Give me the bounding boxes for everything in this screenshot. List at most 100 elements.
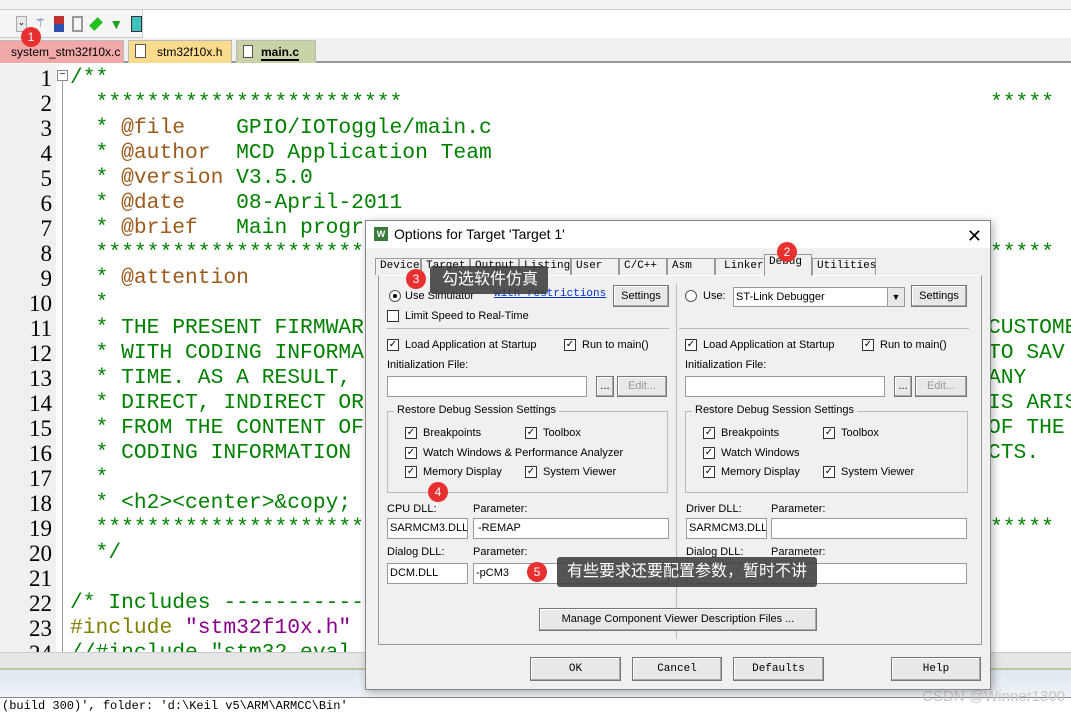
line-number: 10	[29, 291, 52, 316]
step-badge-1: 1	[21, 27, 41, 47]
line-number: 18	[29, 491, 52, 516]
code-line: * WITH CODING INFORMA	[70, 341, 364, 365]
code-line: * <h2><center>&copy;	[70, 491, 352, 515]
driver-dll-input[interactable]: SARMCM3.DLL	[686, 518, 767, 539]
debugger-select[interactable]: ST-Link Debugger ▼	[733, 287, 905, 307]
code-line-fragment: *****	[990, 516, 1054, 540]
copy-icon[interactable]	[71, 15, 84, 32]
line-number: 19	[29, 516, 52, 541]
memory-display-checkbox[interactable]: ✓	[405, 466, 417, 478]
line-number: 23	[29, 616, 52, 641]
pack-icon[interactable]	[131, 15, 142, 32]
right-browse-button[interactable]: ...	[894, 376, 912, 397]
code-line: * @version V3.5.0	[70, 166, 313, 190]
browse-button[interactable]: ...	[596, 376, 614, 397]
code-line: * DIRECT, INDIRECT OR	[70, 391, 364, 415]
line-number: 1	[40, 66, 53, 91]
tab-c-cpp[interactable]: C/C++	[619, 258, 667, 275]
watch-windows-label: Watch Windows & Performance Analyzer	[423, 447, 624, 459]
edit-button[interactable]: Edit...	[617, 376, 667, 397]
tab-utilities[interactable]: Utilities	[812, 258, 876, 275]
line-number: 20	[29, 541, 52, 566]
code-line: ************************	[70, 516, 403, 540]
fold-line	[62, 78, 63, 652]
use-simulator-radio[interactable]	[389, 290, 401, 302]
code-line: * @brief Main progr	[70, 216, 364, 240]
code-line-fragment: IS ARIS	[988, 391, 1071, 415]
code-line: *	[70, 466, 109, 490]
dialog-dll-input[interactable]: DCM.DLL	[387, 563, 468, 584]
code-line: * THE PRESENT FIRMWAR	[70, 316, 364, 340]
funnel-icon[interactable]: ▼	[109, 16, 123, 32]
init-file-input[interactable]	[387, 376, 587, 397]
line-number: 11	[29, 316, 52, 341]
line-number: 22	[29, 591, 52, 616]
code-line: ************************	[70, 91, 403, 115]
help-button[interactable]: Help	[891, 657, 981, 681]
dialog-parameter-label: Parameter:	[473, 546, 528, 558]
keil-logo-icon: W	[374, 227, 388, 241]
toolbox-checkbox[interactable]: ✓	[525, 427, 537, 439]
driver-parameter-input[interactable]	[771, 518, 967, 539]
debugger-settings-button[interactable]: Settings	[911, 285, 967, 307]
code-line: * @author MCD Application Team	[70, 141, 492, 165]
right-load-app-checkbox[interactable]: ✓	[685, 339, 697, 351]
divider	[679, 328, 969, 329]
right-memory-display-checkbox[interactable]: ✓	[703, 466, 715, 478]
tab-main-c[interactable]: main.c	[236, 40, 316, 63]
defaults-button[interactable]: Defaults	[733, 657, 824, 681]
limit-speed-checkbox[interactable]	[387, 310, 399, 322]
right-system-viewer-checkbox[interactable]: ✓	[823, 466, 835, 478]
run-to-main-checkbox[interactable]: ✓	[564, 339, 576, 351]
right-toolbox-checkbox[interactable]: ✓	[823, 427, 835, 439]
memory-display-label: Memory Display	[423, 466, 502, 478]
cpu-dll-input[interactable]: SARMCM3.DLL	[387, 518, 468, 539]
watch-windows-checkbox[interactable]: ✓	[405, 447, 417, 459]
build-output: (build 300)', folder: 'd:\Keil v5\ARM\AR…	[0, 697, 1071, 713]
step-badge-2: 2	[777, 242, 797, 262]
right-run-to-main-checkbox[interactable]: ✓	[862, 339, 874, 351]
cpu-parameter-input[interactable]: -REMAP	[473, 518, 669, 539]
tab-system-stm32f10x-c[interactable]: system_stm32f10x.c	[0, 40, 124, 63]
right-breakpoints-checkbox[interactable]: ✓	[703, 427, 715, 439]
tab-stm32f10x-h[interactable]: stm32f10x.h	[128, 40, 232, 63]
tab-user[interactable]: User	[571, 258, 619, 275]
code-line-fragment: CUSTOME	[988, 316, 1071, 340]
manage-component-viewer-button[interactable]: Manage Component Viewer Description File…	[539, 608, 817, 631]
use-debugger-radio[interactable]	[685, 290, 697, 302]
line-number: 8	[40, 241, 53, 266]
breakpoints-checkbox[interactable]: ✓	[405, 427, 417, 439]
tab-asm[interactable]: Asm	[667, 258, 715, 275]
code-line-fragment: *****	[990, 241, 1054, 265]
line-number: 15	[29, 416, 52, 441]
dialog-title-bar: W Options for Target 'Target 1' ✕	[366, 221, 990, 248]
line-number: 14	[29, 391, 52, 416]
code-line: */	[70, 541, 122, 565]
code-line: * @date 08-April-2011	[70, 191, 403, 215]
header-file-icon	[135, 44, 146, 58]
chevron-down-icon[interactable]: ▼	[887, 288, 904, 306]
right-watch-windows-checkbox[interactable]: ✓	[703, 447, 715, 459]
right-init-file-input[interactable]	[685, 376, 885, 397]
component-icon[interactable]	[53, 15, 64, 32]
load-app-checkbox[interactable]: ✓	[387, 339, 399, 351]
fold-toggle-icon[interactable]: −	[57, 70, 68, 81]
ok-button[interactable]: OK	[530, 657, 621, 681]
code-line-fragment: CTS.	[988, 441, 1040, 465]
tab-linker[interactable]: Linker	[715, 258, 765, 275]
dialog-title: Options for Target 'Target 1'	[394, 226, 565, 242]
tooltip-parameters-note: 有些要求还要配置参数，暂时不讲	[557, 557, 818, 587]
line-number: 16	[29, 441, 52, 466]
simulator-settings-button[interactable]: Settings	[613, 285, 669, 307]
line-number: 6	[40, 191, 53, 216]
close-icon[interactable]: ✕	[967, 223, 982, 250]
system-viewer-checkbox[interactable]: ✓	[525, 466, 537, 478]
diamond-icon[interactable]	[89, 16, 104, 31]
run-to-main-label: Run to main()	[582, 339, 649, 351]
debug-tab-panel: Use Simulator with restrictions Settings…	[378, 275, 982, 645]
right-edit-button[interactable]: Edit...	[915, 376, 967, 397]
code-line-fragment: OF THE	[988, 416, 1065, 440]
cancel-button[interactable]: Cancel	[632, 657, 722, 681]
code-line: * @file GPIO/IOToggle/main.c	[70, 116, 492, 140]
code-line: * FROM THE CONTENT OF	[70, 416, 364, 440]
